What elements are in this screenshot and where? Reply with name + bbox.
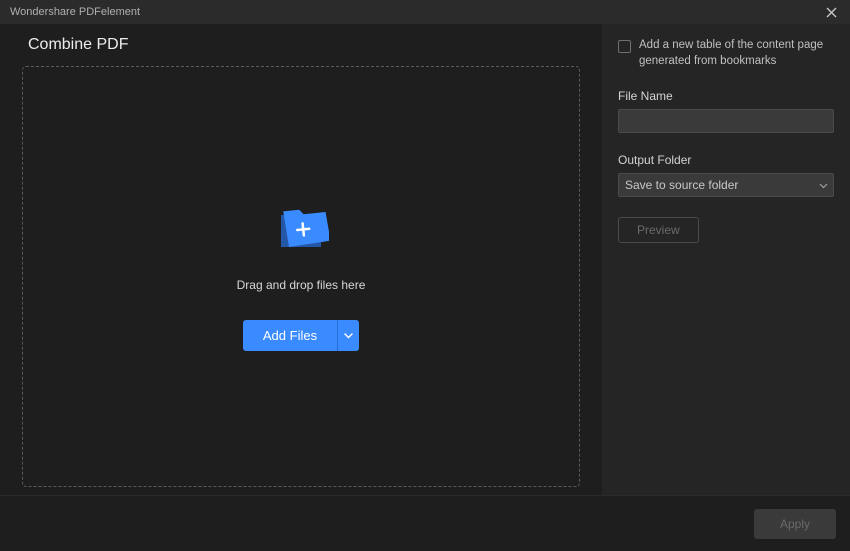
output-folder-select[interactable]: Save to source folder: [618, 173, 834, 197]
apply-button[interactable]: Apply: [754, 509, 836, 539]
app-name: Wondershare PDFelement: [10, 6, 140, 18]
left-panel: Combine PDF Drag and drop files here Add…: [0, 24, 602, 495]
chevron-down-icon: [344, 333, 353, 339]
toc-label: Add a new table of the content page gene…: [639, 38, 834, 69]
file-name-label: File Name: [618, 89, 834, 103]
add-files-group: Add Files: [243, 320, 359, 351]
toc-option: Add a new table of the content page gene…: [618, 38, 834, 69]
add-folder-icon: [273, 207, 329, 258]
footer: Apply: [0, 495, 850, 551]
toc-checkbox[interactable]: [618, 40, 631, 53]
file-name-input[interactable]: [618, 109, 834, 133]
right-panel: Add a new table of the content page gene…: [602, 24, 850, 495]
add-files-button[interactable]: Add Files: [243, 320, 337, 351]
drop-hint: Drag and drop files here: [237, 278, 366, 292]
output-folder-label: Output Folder: [618, 153, 834, 167]
titlebar: Wondershare PDFelement: [0, 0, 850, 24]
close-icon[interactable]: [822, 3, 840, 21]
dropzone[interactable]: Drag and drop files here Add Files: [22, 66, 580, 487]
output-folder-value: Save to source folder: [625, 178, 738, 192]
main-content: Combine PDF Drag and drop files here Add…: [0, 24, 850, 495]
preview-button[interactable]: Preview: [618, 217, 699, 243]
page-title: Combine PDF: [22, 36, 580, 54]
add-files-dropdown-button[interactable]: [337, 320, 359, 351]
